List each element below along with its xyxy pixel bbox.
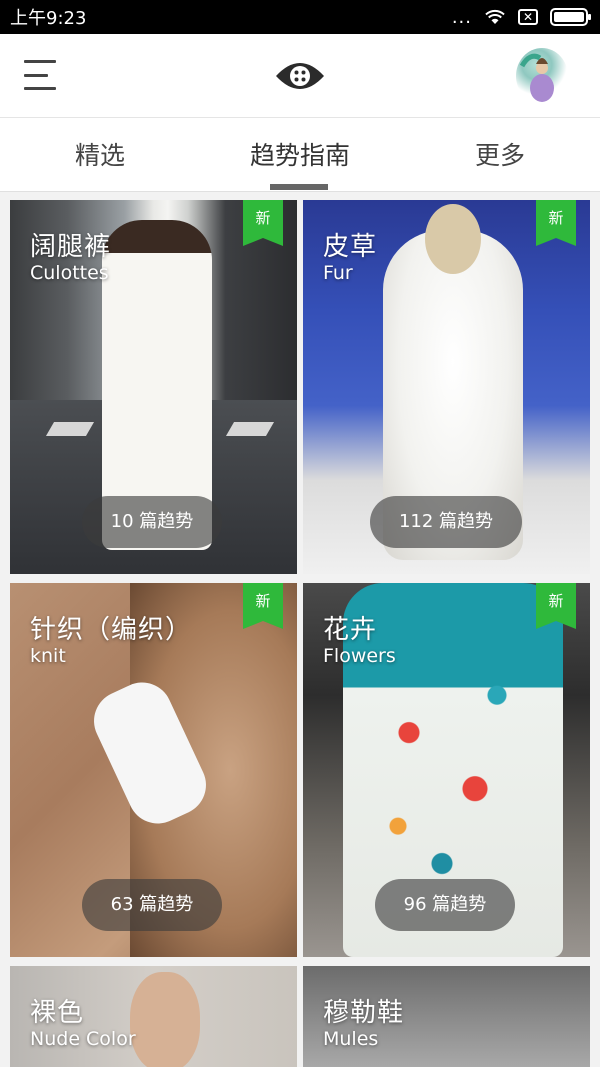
hamburger-menu-icon[interactable] <box>24 60 56 90</box>
tab-trend-guide[interactable]: 趋势指南 <box>200 118 400 191</box>
new-badge: 新 <box>536 200 576 246</box>
trend-card-mules[interactable]: 穆勒鞋 Mules <box>303 966 590 1067</box>
card-title: 针织（编织） <box>30 615 193 645</box>
status-time: 上午9:23 <box>10 8 87 29</box>
trend-count-pill: 10 篇趋势 <box>82 496 222 548</box>
status-bar: 上午9:23 ... ✕ <box>0 0 600 34</box>
card-subtitle: Culottes <box>30 262 109 284</box>
card-subtitle: Nude Color <box>30 1028 136 1050</box>
trend-card-flowers[interactable]: 花卉 Flowers 新 96 篇趋势 <box>303 583 590 957</box>
battery-icon <box>550 8 591 26</box>
no-sim-icon: ✕ <box>518 9 538 25</box>
wifi-icon <box>485 9 505 24</box>
card-subtitle: Flowers <box>323 645 396 667</box>
trend-count-pill: 63 篇趋势 <box>82 879 222 931</box>
status-icons: ... ✕ <box>451 6 591 28</box>
trend-card-knit[interactable]: 针织（编织） knit 新 63 篇趋势 <box>10 583 297 957</box>
card-title: 裸色 <box>30 998 85 1028</box>
new-badge: 新 <box>536 583 576 629</box>
card-title: 穆勒鞋 <box>323 998 405 1028</box>
card-title: 皮草 <box>323 232 378 262</box>
card-subtitle: Mules <box>323 1028 379 1050</box>
eye-logo-icon[interactable] <box>274 56 326 96</box>
card-subtitle: Fur <box>323 262 353 284</box>
card-subtitle: knit <box>30 645 66 667</box>
trend-card-fur[interactable]: 皮草 Fur 新 112 篇趋势 <box>303 200 590 574</box>
trend-count-pill: 112 篇趋势 <box>370 496 522 548</box>
tab-active-indicator <box>270 184 328 190</box>
trend-count-pill: 96 篇趋势 <box>375 879 515 931</box>
new-badge: 新 <box>243 583 283 629</box>
user-avatar[interactable] <box>516 48 568 104</box>
more-dots-icon: ... <box>451 6 472 28</box>
trend-card-culottes[interactable]: 阔腿裤 Culottes 新 10 篇趋势 <box>10 200 297 574</box>
app-bar <box>0 34 600 118</box>
card-title: 花卉 <box>323 615 378 645</box>
trend-card-nude-color[interactable]: 裸色 Nude Color <box>10 966 297 1067</box>
tab-more[interactable]: 更多 <box>400 118 600 191</box>
new-badge: 新 <box>243 200 283 246</box>
tab-featured[interactable]: 精选 <box>0 118 200 191</box>
card-title: 阔腿裤 <box>30 232 112 262</box>
tab-bar: 精选 趋势指南 更多 <box>0 118 600 192</box>
